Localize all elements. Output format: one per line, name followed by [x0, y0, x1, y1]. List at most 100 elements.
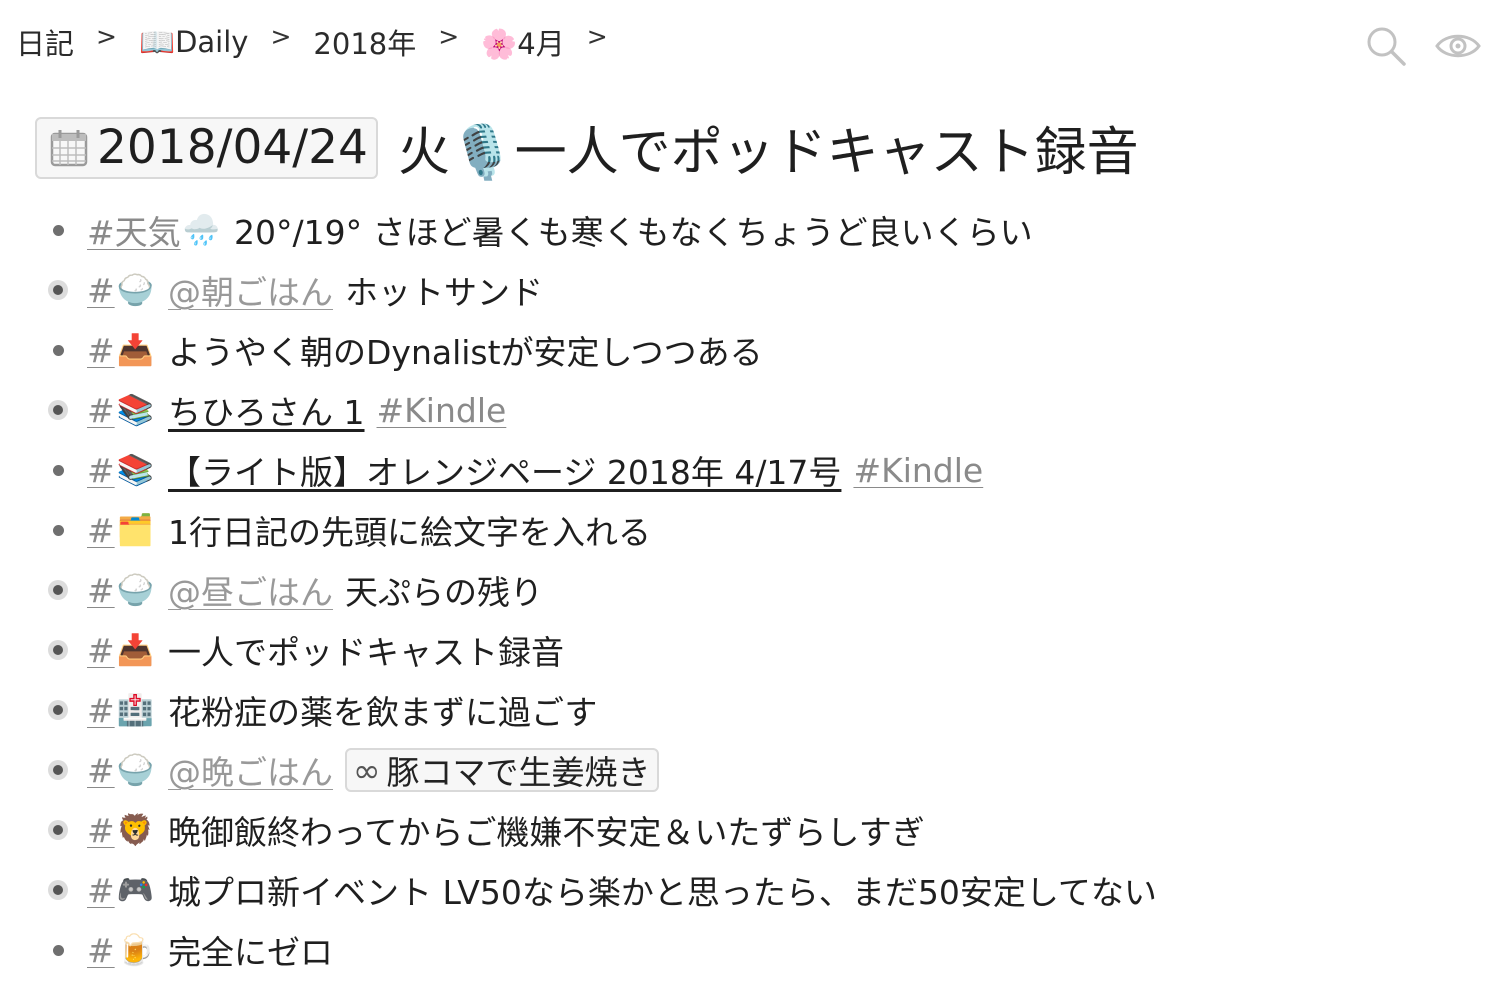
- bullet-dot: [53, 825, 63, 835]
- page-title: 2018/04/24 火🎙️一人でポッドキャスト録音: [35, 110, 1139, 185]
- tag-link[interactable]: #: [87, 391, 115, 430]
- list-item[interactable]: # 🍚 @昼ごはん 天ぷらの残り: [0, 560, 1492, 620]
- item-content[interactable]: # 📥 ようやく朝のDynalistが安定しつつある: [87, 326, 763, 374]
- list-item[interactable]: # 🎮 城プロ新イベント LV50なら楽かと思ったら、まだ50安定してない: [0, 860, 1492, 920]
- bullet-icon[interactable]: [48, 940, 68, 960]
- item-text: 1行日記の先頭に絵文字を入れる: [168, 513, 652, 552]
- item-text: ようやく朝のDynalistが安定しつつある: [168, 333, 763, 372]
- bullet-icon[interactable]: [48, 520, 68, 540]
- bullet-dot: [53, 585, 63, 595]
- collapsed-bullet-icon[interactable]: [48, 700, 68, 720]
- bullet-dot: [53, 765, 63, 775]
- list-item[interactable]: # 🍚 @朝ごはん ホットサンド: [0, 260, 1492, 320]
- collapsed-bullet-icon[interactable]: [48, 400, 68, 420]
- list-item[interactable]: # 🏥 花粉症の薬を飲まずに過ごす: [0, 680, 1492, 740]
- breadcrumb-item-year[interactable]: 2018年: [313, 21, 416, 63]
- search-icon[interactable]: [1364, 24, 1408, 68]
- bullet-dot: [52, 464, 64, 476]
- infinity-icon: ∞: [353, 750, 381, 790]
- collapsed-bullet-icon[interactable]: [48, 280, 68, 300]
- item-content[interactable]: # 🍺 完全にゼロ: [87, 926, 333, 974]
- emoji-icon: 🌧️: [182, 212, 221, 248]
- item-link[interactable]: ちひろさん 1: [168, 386, 365, 434]
- bullet-icon[interactable]: [48, 220, 68, 240]
- breadcrumb-item-month[interactable]: 🌸4月: [481, 21, 565, 63]
- item-content[interactable]: # 🍚 @朝ごはん ホットサンド: [87, 266, 543, 314]
- tag-link[interactable]: #: [87, 871, 115, 910]
- kindle-tag-link[interactable]: #Kindle: [853, 451, 983, 490]
- title-text[interactable]: 火🎙️一人でポッドキャスト録音: [398, 110, 1139, 185]
- tag-link[interactable]: #天気: [87, 206, 181, 254]
- breadcrumb-item-daily[interactable]: 📖Daily: [139, 25, 249, 60]
- list-item[interactable]: # 📚 ちひろさん 1 #Kindle: [0, 380, 1492, 440]
- emoji-icon: 🗂️: [116, 512, 155, 548]
- list-item[interactable]: # 🍚 @晩ごはん ∞ 豚コマで生姜焼き: [0, 740, 1492, 800]
- item-content[interactable]: # 🦁 晩御飯終わってからご機嫌不安定＆いたずらしすぎ: [87, 806, 925, 854]
- mention-link[interactable]: @晩ごはん: [168, 746, 333, 794]
- item-content[interactable]: # 📚 【ライト版】オレンジページ 2018年 4/17号 #Kindle: [87, 446, 983, 494]
- collapsed-bullet-icon[interactable]: [48, 880, 68, 900]
- breadcrumb-separator: >: [270, 21, 292, 51]
- tag-link[interactable]: #: [87, 931, 115, 970]
- collapsed-bullet-icon[interactable]: [48, 640, 68, 660]
- breadcrumb-separator: >: [586, 21, 608, 51]
- breadcrumb: 日記 > 📖Daily > 2018年 > 🌸4月 >: [16, 18, 630, 66]
- tag-link[interactable]: #: [87, 571, 115, 610]
- chip-text: 豚コマで生姜焼き: [386, 753, 651, 792]
- item-content[interactable]: # 🎮 城プロ新イベント LV50なら楽かと思ったら、まだ50安定してない: [87, 866, 1157, 914]
- list-item[interactable]: # 🍺 完全にゼロ: [0, 920, 1492, 980]
- emoji-icon: 📥: [116, 332, 155, 368]
- tag-link[interactable]: #: [87, 631, 115, 670]
- emoji-icon: 📥: [116, 632, 155, 668]
- mention-link[interactable]: @朝ごはん: [168, 266, 333, 314]
- emoji-icon: 🍚: [116, 572, 155, 608]
- date-chip[interactable]: 2018/04/24: [35, 116, 378, 179]
- kindle-tag-link[interactable]: #Kindle: [377, 391, 507, 430]
- eye-icon[interactable]: [1434, 30, 1482, 62]
- list-item[interactable]: # 🗂️ 1行日記の先頭に絵文字を入れる: [0, 500, 1492, 560]
- bullet-icon[interactable]: [48, 460, 68, 480]
- list-item[interactable]: # 📥 一人でポッドキャスト録音: [0, 620, 1492, 680]
- emoji-icon: 🍚: [116, 272, 155, 308]
- list-item[interactable]: #天気 🌧️ 20°/19° さほど暑くも寒くもなくちょうど良いくらい: [0, 200, 1492, 260]
- item-content[interactable]: # 🍚 @昼ごはん 天ぷらの残り: [87, 566, 543, 614]
- list-item[interactable]: # 🦁 晩御飯終わってからご機嫌不安定＆いたずらしすぎ: [0, 800, 1492, 860]
- item-text: 完全にゼロ: [168, 933, 334, 972]
- tag-link[interactable]: #: [87, 451, 115, 490]
- item-content[interactable]: # 🗂️ 1行日記の先頭に絵文字を入れる: [87, 506, 651, 554]
- bullet-icon[interactable]: [48, 340, 68, 360]
- item-text: 天ぷらの残り: [345, 573, 544, 612]
- item-content[interactable]: # 🍚 @晩ごはん ∞ 豚コマで生姜焼き: [87, 746, 659, 794]
- bullet-dot: [53, 645, 63, 655]
- list-item[interactable]: # 📥 ようやく朝のDynalistが安定しつつある: [0, 320, 1492, 380]
- list-item[interactable]: # 📚 【ライト版】オレンジページ 2018年 4/17号 #Kindle: [0, 440, 1492, 500]
- item-content[interactable]: # 📚 ちひろさん 1 #Kindle: [87, 386, 506, 434]
- mention-link[interactable]: @昼ごはん: [168, 566, 333, 614]
- collapsed-bullet-icon[interactable]: [48, 760, 68, 780]
- tag-link[interactable]: #: [87, 691, 115, 730]
- emoji-icon: 🍺: [116, 932, 155, 968]
- tag-link[interactable]: #: [87, 271, 115, 310]
- item-text: 20°/19° さほど暑くも寒くもなくちょうど良いくらい: [234, 213, 1033, 252]
- item-content[interactable]: # 📥 一人でポッドキャスト録音: [87, 626, 564, 674]
- tag-link[interactable]: #: [87, 511, 115, 550]
- emoji-icon: 🦁: [116, 812, 155, 848]
- bullet-list: #天気 🌧️ 20°/19° さほど暑くも寒くもなくちょうど良いくらい # 🍚 @朝ごはん…: [0, 200, 1492, 980]
- item-content[interactable]: #天気 🌧️ 20°/19° さほど暑くも寒くもなくちょうど良いくらい: [87, 206, 1033, 254]
- tag-link[interactable]: #: [87, 751, 115, 790]
- date-text: 2018/04/24: [97, 120, 368, 175]
- item-text: 花粉症の薬を飲まずに過ごす: [168, 693, 598, 732]
- item-content[interactable]: # 🏥 花粉症の薬を飲まずに過ごす: [87, 686, 597, 734]
- tag-link[interactable]: #: [87, 811, 115, 850]
- emoji-icon: 📚: [116, 392, 155, 428]
- item-text: 一人でポッドキャスト録音: [168, 633, 565, 672]
- item-link[interactable]: 【ライト版】オレンジページ 2018年 4/17号: [168, 446, 841, 494]
- linked-item-chip[interactable]: ∞ 豚コマで生姜焼き: [345, 748, 659, 792]
- collapsed-bullet-icon[interactable]: [48, 580, 68, 600]
- bullet-dot: [53, 285, 63, 295]
- breadcrumb-item-nikki[interactable]: 日記: [16, 21, 74, 63]
- tag-link[interactable]: #: [87, 331, 115, 370]
- breadcrumb-separator: >: [96, 21, 117, 51]
- emoji-icon: 🍚: [116, 752, 155, 788]
- collapsed-bullet-icon[interactable]: [48, 820, 68, 840]
